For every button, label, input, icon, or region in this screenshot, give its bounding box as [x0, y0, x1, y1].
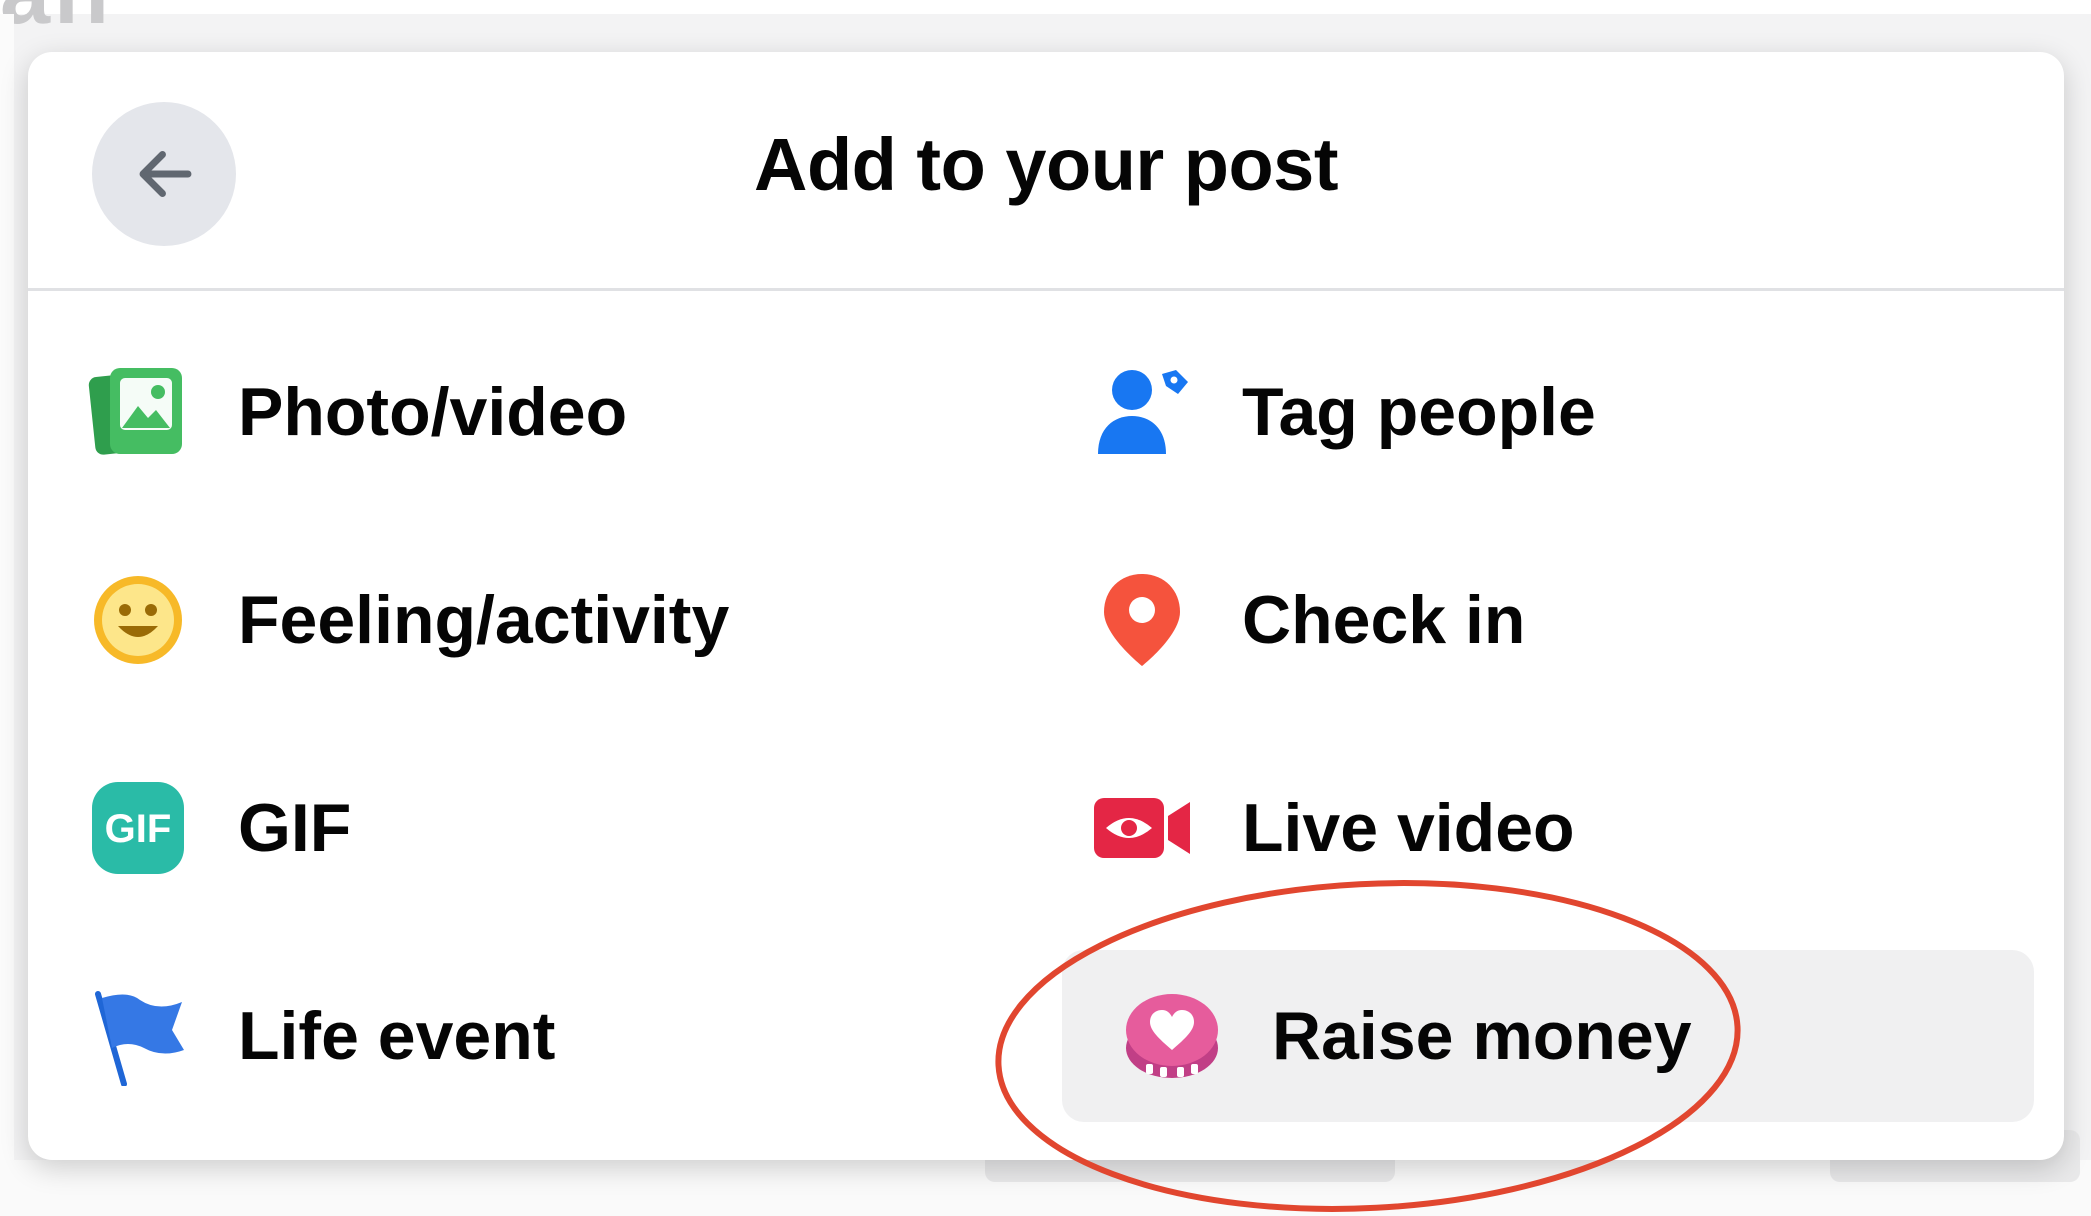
option-label: Tag people	[1242, 374, 1596, 450]
dialog-header: Add to your post	[28, 52, 2064, 291]
option-feeling-activity[interactable]: Feeling/activity	[88, 534, 988, 706]
option-raise-money[interactable]: Raise money	[1062, 950, 2034, 1122]
raise-money-icon	[1122, 986, 1222, 1086]
dialog-title: Add to your post	[754, 123, 1338, 206]
option-label: Feeling/activity	[238, 582, 730, 658]
option-label: GIF	[238, 790, 352, 866]
option-label: Raise money	[1272, 998, 1692, 1074]
option-label: Life event	[238, 998, 556, 1074]
svg-text:GIF: GIF	[105, 807, 172, 851]
live-video-icon	[1092, 778, 1192, 878]
option-gif[interactable]: GIF GIF	[88, 742, 988, 914]
background-ghost-text: an	[0, 0, 113, 45]
option-check-in[interactable]: Check in	[1092, 534, 2032, 706]
tag-people-icon	[1092, 362, 1192, 462]
gif-icon: GIF	[88, 778, 188, 878]
option-label: Live video	[1242, 790, 1575, 866]
option-photo-video[interactable]: Photo/video	[88, 326, 988, 498]
feeling-icon	[88, 570, 188, 670]
background-left-edge	[0, 14, 14, 1216]
option-tag-people[interactable]: Tag people	[1092, 326, 2032, 498]
option-live-video[interactable]: Live video	[1092, 742, 2032, 914]
option-label: Check in	[1242, 582, 1526, 658]
photo-video-icon	[88, 362, 188, 462]
option-life-event[interactable]: Life event	[88, 950, 988, 1122]
background-top-strip	[0, 0, 2091, 14]
life-event-icon	[88, 986, 188, 1086]
option-label: Photo/video	[238, 374, 628, 450]
add-to-post-dialog: Add to your post Photo/video Tag people	[28, 52, 2064, 1160]
check-in-icon	[1092, 570, 1192, 670]
